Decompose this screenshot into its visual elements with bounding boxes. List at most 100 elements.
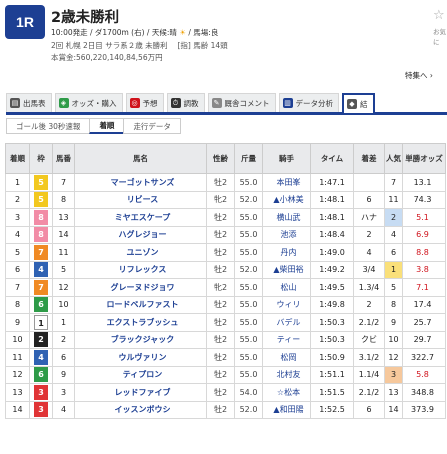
favorite-label[interactable]: お気に bbox=[433, 26, 447, 46]
table-row[interactable]: 6 4 5 リフレックス 牡2 52.0 ▲柴田裕 1:49.2 3/4 1 3.8 bbox=[5, 260, 446, 279]
cell-num: 7 bbox=[52, 173, 75, 192]
tab-label: 調教 bbox=[183, 98, 199, 108]
cell-odds: 13.1 bbox=[402, 173, 446, 192]
cell-jockey[interactable]: 横山武 bbox=[262, 208, 311, 227]
cell-name[interactable]: ブラックジャック bbox=[74, 330, 207, 349]
column-header[interactable]: 騎手 bbox=[262, 143, 311, 174]
tab-icon: ✎ bbox=[211, 98, 222, 108]
cell-jockey[interactable]: 北村友 bbox=[262, 365, 311, 384]
cell-jockey[interactable]: 松山 bbox=[262, 278, 311, 297]
tab-0[interactable]: ▤ 出馬表 bbox=[6, 93, 52, 112]
table-row[interactable]: 9 1 1 エクストラブッシュ 牡2 55.0 バデル 1:50.3 2.1/2 9 25.7 bbox=[5, 313, 446, 332]
cell-waku: 6 bbox=[29, 295, 53, 314]
cell-waku: 7 bbox=[29, 278, 53, 297]
column-header[interactable]: 枠 bbox=[29, 143, 53, 174]
cell-pop: 11 bbox=[384, 190, 403, 209]
cell-name[interactable]: ウルヴァリン bbox=[74, 348, 207, 367]
column-header[interactable]: 馬名 bbox=[74, 143, 207, 174]
cell-waku: 6 bbox=[29, 365, 53, 384]
table-row[interactable]: 10 2 2 ブラックジャック 牡2 55.0 ティー 1:50.3 クビ 10 29.7 bbox=[5, 330, 446, 349]
cell-name[interactable]: ミヤエスケープ bbox=[74, 208, 207, 227]
table-row[interactable]: 1 5 7 マーゴットサンズ 牡2 55.0 本田峯 1:47.1 7 13.1 bbox=[5, 173, 446, 192]
tab-6[interactable]: ◆ 結 bbox=[342, 93, 375, 113]
table-row[interactable]: 3 8 13 ミヤエスケープ 牡2 55.0 横山武 1:48.1 ハナ 2 5.1 bbox=[5, 208, 446, 227]
cell-waku: 8 bbox=[29, 225, 53, 244]
cell-jockey[interactable]: ▲柴田裕 bbox=[262, 260, 311, 279]
table-row[interactable]: 2 5 8 リビース 牝2 52.0 ▲小林美 1:48.1 6 11 74.3 bbox=[5, 190, 446, 209]
column-header[interactable]: 着順 bbox=[5, 143, 30, 174]
tab-3[interactable]: ⏱ 調教 bbox=[166, 93, 205, 112]
special-feature-link[interactable]: 特集へ › bbox=[405, 70, 433, 81]
subtab-0[interactable]: ゴール後 30秒速報 bbox=[6, 118, 91, 134]
cell-jockey[interactable]: バデル bbox=[262, 313, 311, 332]
cell-pos: 6 bbox=[5, 260, 30, 279]
cell-diff: ハナ bbox=[353, 208, 385, 227]
tab-2[interactable]: ◎ 予想 bbox=[125, 93, 164, 112]
cell-name[interactable]: ティプロン bbox=[74, 365, 207, 384]
table-row[interactable]: 7 7 12 グレーヌドジョワ 牝2 55.0 松山 1:49.5 1.3/4 5 7.1 bbox=[5, 278, 446, 297]
cell-name[interactable]: グレーヌドジョワ bbox=[74, 278, 207, 297]
cell-waku: 3 bbox=[29, 383, 53, 402]
cell-name[interactable]: レッドファイブ bbox=[74, 383, 207, 402]
cell-pos: 3 bbox=[5, 208, 30, 227]
cell-sex: 牡2 bbox=[206, 365, 235, 384]
cell-time: 1:47.1 bbox=[310, 173, 354, 192]
cell-jockey[interactable]: ▲和田陽 bbox=[262, 400, 311, 419]
cell-name[interactable]: ユニゾン bbox=[74, 243, 207, 262]
cell-pop: 4 bbox=[384, 225, 403, 244]
tab-4[interactable]: ✎ 厩舎コメント bbox=[207, 93, 276, 112]
table-row[interactable]: 8 6 10 ロードベルファスト 牡2 55.0 ウィリ 1:49.8 2 8 17.4 bbox=[5, 295, 446, 314]
table-row[interactable]: 11 4 6 ウルヴァリン 牡2 55.0 松岡 1:50.9 3.1/2 12 322.7 bbox=[5, 348, 446, 367]
cell-name[interactable]: エクストラブッシュ bbox=[74, 313, 207, 332]
cell-time: 1:49.2 bbox=[310, 260, 354, 279]
cell-kin: 55.0 bbox=[234, 330, 263, 349]
column-header[interactable]: 着差 bbox=[353, 143, 385, 174]
table-row[interactable]: 12 6 9 ティプロン 牡2 55.0 北村友 1:51.1 1.1/4 3 5.8 bbox=[5, 365, 446, 384]
cell-name[interactable]: ハグレジョー bbox=[74, 225, 207, 244]
table-row[interactable]: 5 7 11 ユニゾン 牡2 55.0 丹内 1:49.0 4 6 8.8 bbox=[5, 243, 446, 262]
cell-diff: 6 bbox=[353, 400, 385, 419]
cell-jockey[interactable]: ティー bbox=[262, 330, 311, 349]
subtab-1[interactable]: 着順 bbox=[89, 118, 125, 134]
column-header[interactable]: 単勝オッズ bbox=[402, 143, 446, 174]
tab-5[interactable]: ▥ データ分析 bbox=[278, 93, 339, 112]
cell-name[interactable]: ロードベルファスト bbox=[74, 295, 207, 314]
tab-1[interactable]: ◈ オッズ・購入 bbox=[54, 93, 123, 112]
cell-jockey[interactable]: 池添 bbox=[262, 225, 311, 244]
subtab-2[interactable]: 走行データ bbox=[123, 118, 181, 134]
tab-label: オッズ・購入 bbox=[71, 98, 117, 108]
cell-pos: 10 bbox=[5, 330, 30, 349]
cell-pos: 12 bbox=[5, 365, 30, 384]
bracket-badge: 4 bbox=[34, 349, 48, 365]
race-conditions: 10:00発走 / ダ1700m (右) / 天候:晴 ☀ / 馬場:良 bbox=[51, 28, 219, 37]
column-header[interactable]: 人気 bbox=[384, 143, 403, 174]
cell-jockey[interactable]: 本田峯 bbox=[262, 173, 311, 192]
cell-jockey[interactable]: 丹内 bbox=[262, 243, 311, 262]
cell-time: 1:49.5 bbox=[310, 278, 354, 297]
cell-jockey[interactable]: 松岡 bbox=[262, 348, 311, 367]
cell-kin: 55.0 bbox=[234, 348, 263, 367]
column-header[interactable]: 性齢 bbox=[206, 143, 235, 174]
table-row[interactable]: 4 8 14 ハグレジョー 牡2 55.0 池添 1:48.4 2 4 6.9 bbox=[5, 225, 446, 244]
cell-sex: 牝2 bbox=[206, 190, 235, 209]
cell-jockey[interactable]: ☆松本 bbox=[262, 383, 311, 402]
cell-name[interactable]: イッスンボウシ bbox=[74, 400, 207, 419]
cell-jockey[interactable]: ▲小林美 bbox=[262, 190, 311, 209]
cell-time: 1:48.4 bbox=[310, 225, 354, 244]
column-header[interactable]: タイム bbox=[310, 143, 354, 174]
cell-name[interactable]: マーゴットサンズ bbox=[74, 173, 207, 192]
cell-time: 1:50.3 bbox=[310, 313, 354, 332]
cell-time: 1:48.1 bbox=[310, 208, 354, 227]
cell-diff: クビ bbox=[353, 330, 385, 349]
cell-sex: 牡2 bbox=[206, 400, 235, 419]
favorite-star-icon[interactable]: ☆ bbox=[433, 8, 445, 23]
table-row[interactable]: 14 3 4 イッスンボウシ 牡2 52.0 ▲和田陽 1:52.5 6 14 373.9 bbox=[5, 400, 446, 419]
cell-jockey[interactable]: ウィリ bbox=[262, 295, 311, 314]
cell-name[interactable]: リビース bbox=[74, 190, 207, 209]
cell-name[interactable]: リフレックス bbox=[74, 260, 207, 279]
table-row[interactable]: 13 3 3 レッドファイブ 牡2 54.0 ☆松本 1:51.5 2.1/2 13 348.8 bbox=[5, 383, 446, 402]
column-header[interactable]: 斤量 bbox=[234, 143, 263, 174]
tab-icon: ◆ bbox=[347, 99, 357, 109]
cell-odds: 25.7 bbox=[402, 313, 446, 332]
column-header[interactable]: 馬番 bbox=[52, 143, 75, 174]
